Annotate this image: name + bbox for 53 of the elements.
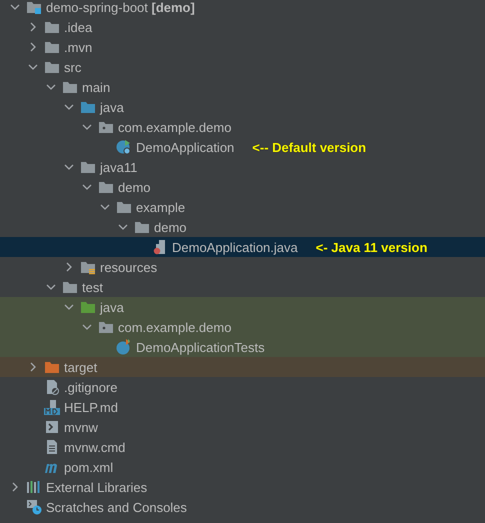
folder-icon [80,159,96,175]
tree-item[interactable]: main [0,77,485,97]
tree-item[interactable]: .idea [0,17,485,37]
tree-item[interactable]: HELP.md [0,397,485,417]
tree-item[interactable]: mvnw [0,417,485,437]
tree-item[interactable]: example [0,197,485,217]
tree-item[interactable]: External Libraries [0,477,485,497]
tree-item[interactable]: DemoApplicationTests [0,337,485,357]
folder-icon [134,219,150,235]
tree-item[interactable]: mvnw.cmd [0,437,485,457]
tree-item[interactable]: java11 [0,157,485,177]
tree-item[interactable]: com.example.demo [0,317,485,337]
tree-item[interactable]: test [0,277,485,297]
resources-folder-icon [80,259,96,275]
package-icon [98,119,114,135]
class-icon [116,139,132,155]
tree-item[interactable]: demo-spring-boot [demo] [0,0,485,17]
tree-item[interactable]: pom.xml [0,457,485,477]
tree-item[interactable]: .gitignore [0,377,485,397]
folder-icon [116,199,132,215]
folder-icon [80,99,96,115]
annotation-text: <-- Default version [252,140,366,154]
test-class-icon [116,339,132,355]
libraries-icon [26,479,42,495]
folder-icon [44,59,60,75]
ignored-file-icon [44,379,60,395]
folder-icon [44,39,60,55]
folder-icon [62,79,78,95]
tree-item[interactable]: demo [0,177,485,197]
tree-item[interactable]: Scratches and Consoles [0,497,485,517]
tree-item[interactable]: target [0,357,485,377]
folder-icon [44,359,60,375]
folder-icon [80,299,96,315]
scratches-icon [26,499,42,515]
tree-item[interactable]: resources [0,257,485,277]
markdown-file-icon [44,399,60,415]
tree-item[interactable]: DemoApplication <-- Default version [0,137,485,157]
tree-item[interactable]: src [0,57,485,77]
folder-icon [62,279,78,295]
module-folder-icon [26,0,42,15]
tree-item[interactable]: com.example.demo [0,117,485,137]
java-file-icon [152,239,168,255]
text-file-icon [44,439,60,455]
annotation-text: <- Java 11 version [316,240,428,254]
folder-icon [44,19,60,35]
tree-item[interactable]: java [0,97,485,117]
package-icon [98,319,114,335]
tree-item[interactable]: DemoApplication.java <- Java 11 version [0,237,485,257]
tree-item[interactable]: java [0,297,485,317]
terminal-file-icon [44,419,60,435]
tree-item[interactable]: demo [0,217,485,237]
folder-icon [98,179,114,195]
tree-item[interactable]: .mvn [0,37,485,57]
